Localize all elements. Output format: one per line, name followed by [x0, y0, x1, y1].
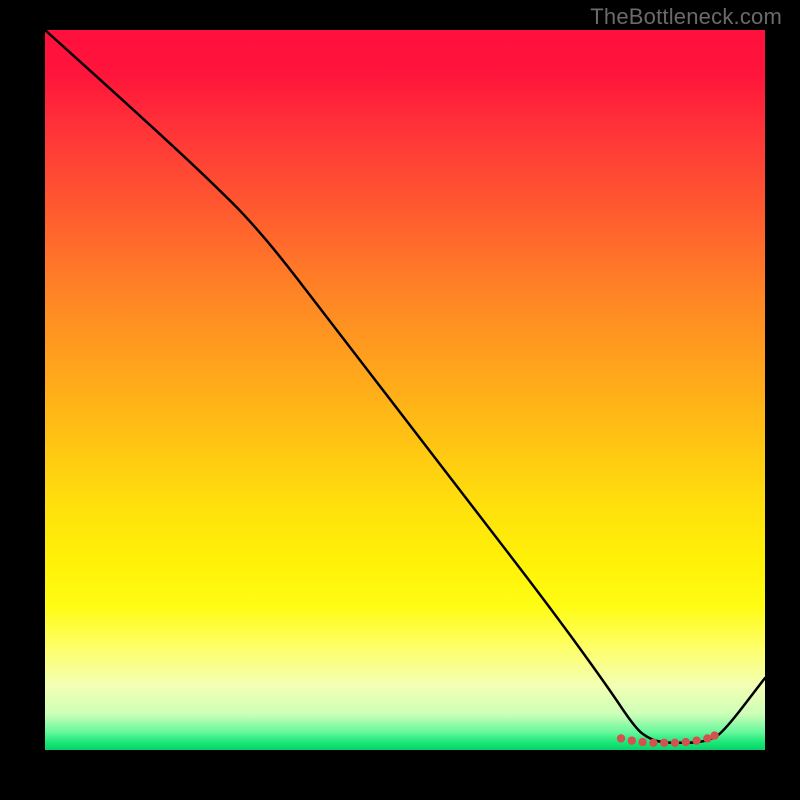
valley-marker	[671, 739, 679, 747]
chart-svg	[45, 30, 765, 750]
valley-marker	[638, 738, 646, 746]
valley-marker	[692, 736, 700, 744]
valley-marker	[682, 738, 690, 746]
valley-marker	[710, 731, 718, 739]
valley-marker	[628, 736, 636, 744]
valley-marker	[703, 734, 711, 742]
curve-line	[45, 30, 765, 743]
watermark-text: TheBottleneck.com	[590, 4, 782, 30]
valley-marker	[660, 739, 668, 747]
valley-marker	[649, 739, 657, 747]
valley-marker	[617, 734, 625, 742]
valley-marker-group	[617, 731, 719, 747]
chart-frame: TheBottleneck.com	[0, 0, 800, 800]
